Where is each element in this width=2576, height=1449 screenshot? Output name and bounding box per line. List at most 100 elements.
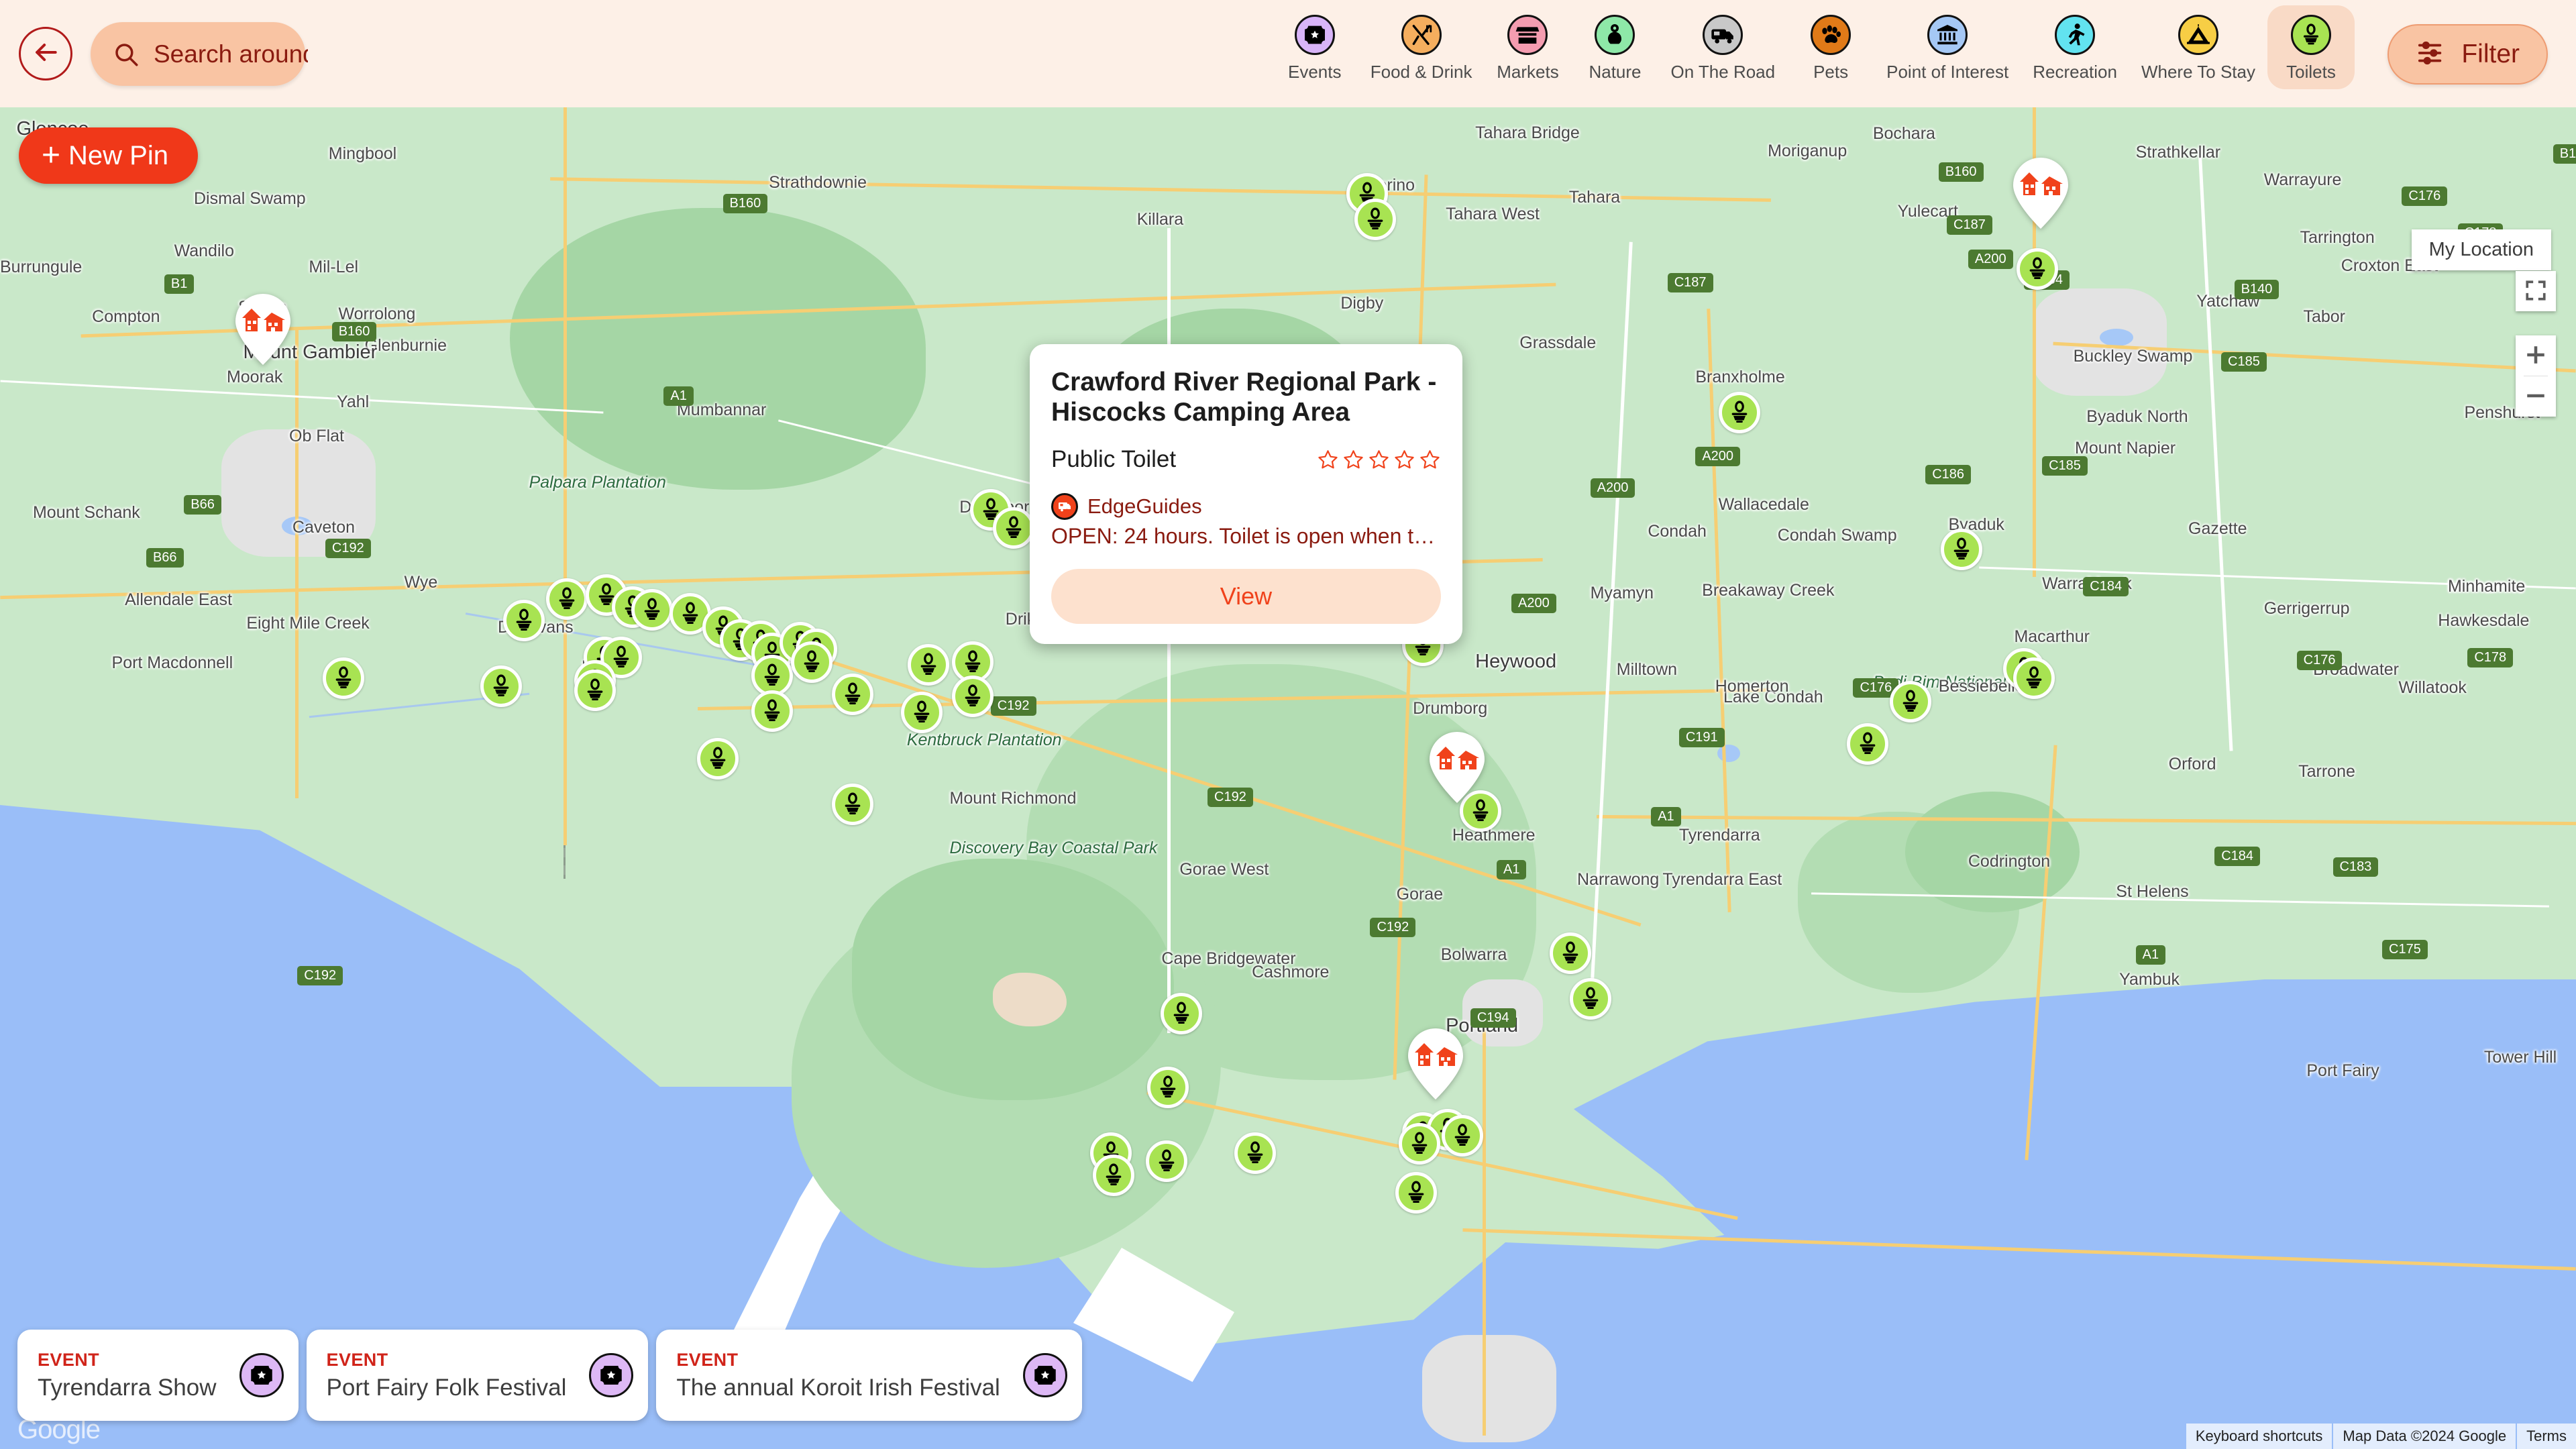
zoom-out-button[interactable] [2516, 376, 2556, 417]
toilet-marker[interactable] [322, 657, 364, 699]
popup-subtype-row: Public Toilet [1051, 446, 1441, 473]
category-label: On The Road [1670, 62, 1776, 82]
toilet-marker[interactable] [480, 665, 522, 707]
map-canvas[interactable]: GlencoeDismal SwampMingboolStrathdownieK… [0, 107, 2576, 1449]
road-shield: C176 [2296, 650, 2343, 670]
toilet-marker[interactable] [1234, 1132, 1277, 1174]
filter-button[interactable]: Filter [2387, 24, 2548, 85]
map-attribution-bar: Keyboard shortcuts Map Data ©2024 Google T… [2186, 1424, 2576, 1449]
attribution-item[interactable]: Map Data ©2024 Google [2333, 1424, 2516, 1449]
zoom-in-button[interactable] [2516, 335, 2556, 376]
toilet-marker[interactable] [1890, 681, 1932, 723]
road-vertical-mtgambier [295, 329, 299, 798]
toilet-marker[interactable] [751, 690, 794, 732]
tent-icon [2178, 15, 2218, 55]
toilet-marker[interactable] [574, 669, 616, 711]
star-icon[interactable] [1342, 449, 1364, 471]
category-point-of-interest[interactable]: Point of Interest [1874, 5, 2021, 89]
road-shield: C178 [2467, 647, 2514, 667]
road-shield: C192 [297, 966, 343, 986]
toilet-marker[interactable] [951, 676, 994, 718]
category-recreation[interactable]: Recreation [2021, 5, 2129, 89]
event-card[interactable]: EVENT Port Fairy Folk Festival [306, 1330, 649, 1421]
place-info-popup[interactable]: Crawford River Regional Park - Hiscocks … [1030, 344, 1462, 645]
new-pin-button[interactable]: + New Pin [19, 127, 198, 184]
toilet-marker[interactable] [790, 641, 833, 684]
toilet-marker[interactable] [1145, 1140, 1187, 1182]
category-toilets[interactable]: Toilets [2267, 5, 2355, 89]
event-card[interactable]: EVENT The annual Koroit Irish Festival [656, 1330, 1082, 1421]
accommodation-marker[interactable] [1428, 731, 1486, 804]
toilet-marker[interactable] [1147, 1066, 1189, 1108]
toilet-marker[interactable] [2012, 657, 2055, 699]
road-shield: C183 [2332, 857, 2379, 877]
rating-stars[interactable] [1317, 449, 1441, 471]
toilet-marker[interactable] [1941, 528, 1983, 570]
category-label: Food & Drink [1370, 62, 1472, 82]
flower-icon [1595, 15, 1635, 55]
road-shield: A200 [1695, 446, 1741, 466]
star-icon[interactable] [1393, 449, 1415, 471]
attribution-item[interactable]: Keyboard shortcuts [2186, 1424, 2332, 1449]
toilet-marker[interactable] [2016, 248, 2058, 290]
road-shield: C187 [1947, 215, 1992, 235]
road-shield: A1 [663, 386, 694, 406]
road-shield: B1 [164, 274, 195, 294]
toilet-marker[interactable] [993, 507, 1035, 549]
toilet-marker[interactable] [1441, 1115, 1483, 1157]
cutlery-icon [1401, 15, 1442, 55]
category-pets[interactable]: Pets [1787, 5, 1874, 89]
search-input[interactable] [154, 40, 308, 68]
star-icon[interactable] [1317, 449, 1339, 471]
toilet-marker[interactable] [1160, 992, 1202, 1034]
fullscreen-button[interactable] [2516, 271, 2556, 311]
road-shield: A1 [1651, 807, 1681, 827]
accommodation-marker[interactable] [234, 292, 292, 366]
my-location-button[interactable]: My Location [2411, 229, 2551, 270]
road-shield: C187 [1667, 273, 1713, 293]
popup-title: Crawford River Regional Park - Hiscocks … [1051, 368, 1437, 427]
arrow-left-icon [31, 38, 60, 70]
ticket-icon [589, 1353, 634, 1397]
popup-source-name: EdgeGuides [1087, 494, 1202, 519]
toilet-marker[interactable] [832, 673, 874, 715]
category-where-to-stay[interactable]: Where To Stay [2129, 5, 2267, 89]
toilet-marker[interactable] [697, 737, 739, 780]
road-shield: C194 [1470, 1008, 1516, 1028]
toilet-marker[interactable] [900, 691, 943, 733]
toilet-marker[interactable] [1395, 1171, 1438, 1214]
view-button[interactable]: View [1051, 569, 1441, 625]
category-food-drink[interactable]: Food & Drink [1358, 5, 1485, 89]
toilet-marker[interactable] [832, 784, 874, 826]
popup-source-row: EdgeGuides [1051, 493, 1441, 521]
attribution-item[interactable]: Terms [2517, 1424, 2576, 1449]
accommodation-marker[interactable] [1407, 1027, 1464, 1101]
popup-subtype: Public Toilet [1051, 446, 1177, 473]
accommodation-marker[interactable] [2012, 156, 2070, 230]
road-shield: A200 [1511, 594, 1556, 614]
road-shield: B66 [146, 547, 184, 568]
toilet-marker[interactable] [503, 599, 545, 641]
star-icon[interactable] [1368, 449, 1390, 471]
urban-mount-gambier [221, 429, 376, 557]
toilet-marker[interactable] [631, 589, 674, 631]
search-bar[interactable] [91, 22, 308, 86]
category-on-the-road[interactable]: On The Road [1658, 5, 1787, 89]
toilet-marker[interactable] [1719, 391, 1761, 433]
event-card[interactable]: EVENT Tyrendarra Show [17, 1330, 299, 1421]
category-label: Markets [1497, 62, 1559, 82]
toilet-marker[interactable] [907, 644, 949, 686]
toilet-marker[interactable] [1354, 198, 1396, 240]
category-markets[interactable]: Markets [1484, 5, 1571, 89]
star-icon[interactable] [1419, 449, 1441, 471]
toilet-marker[interactable] [1569, 978, 1611, 1020]
toilet-marker[interactable] [1550, 932, 1592, 974]
fullscreen-icon [2524, 279, 2547, 304]
toilet-marker[interactable] [545, 578, 588, 621]
category-label: Pets [1813, 62, 1849, 82]
road-vertical-portland [1483, 1020, 1486, 1436]
toilet-marker[interactable] [1398, 1123, 1440, 1165]
category-events[interactable]: Events [1271, 5, 1358, 89]
back-button[interactable] [19, 27, 72, 80]
category-nature[interactable]: Nature [1571, 5, 1658, 89]
